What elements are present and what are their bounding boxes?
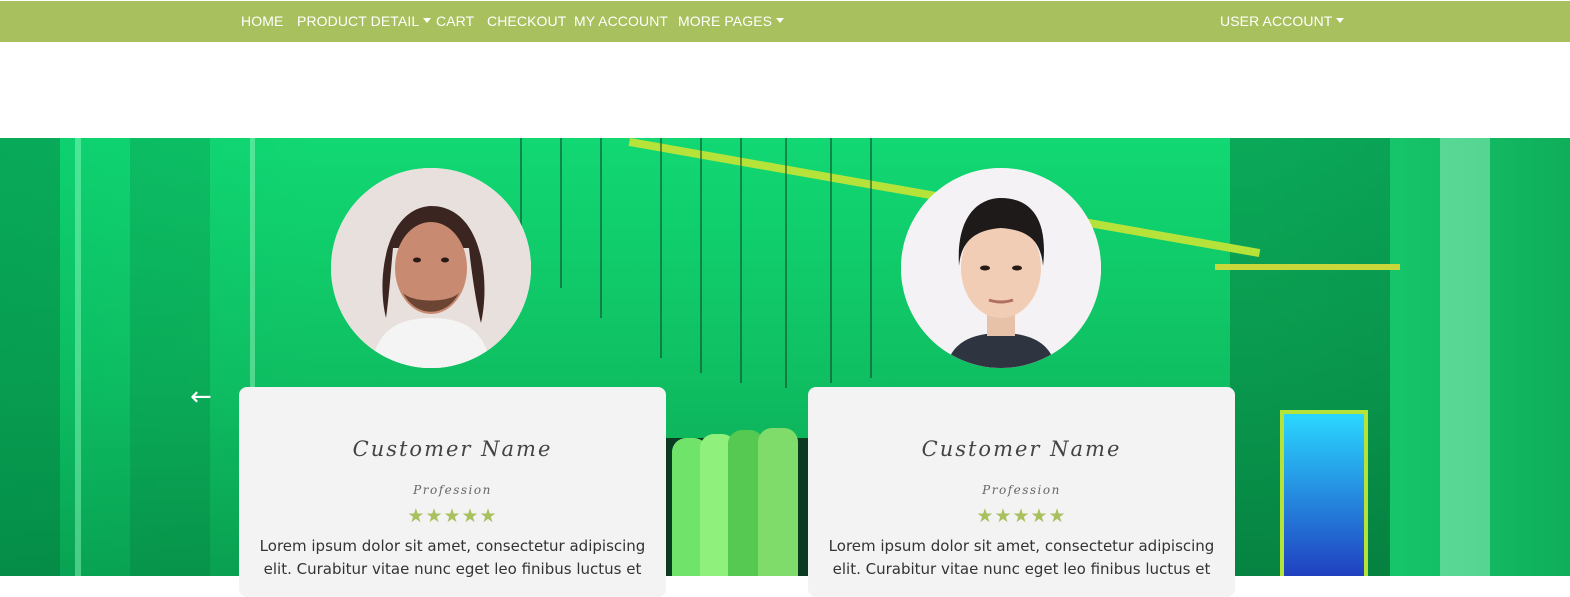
customer-avatar-2 [901,168,1101,368]
testimonial-text: Lorem ipsum dolor sit amet, consectetur … [259,537,646,578]
background-curtain [1440,138,1490,576]
arrow-left-icon[interactable]: ← [190,382,212,412]
background-curtain [130,138,210,576]
avatar-photo-1 [331,168,531,368]
background-chain [740,138,742,383]
customer-profession: Profession [413,483,492,497]
customer-name: Customer Name [921,437,1122,461]
background-garment [758,428,798,576]
customer-avatar-1 [331,168,531,368]
testimonial-card: Customer Name Profession ★★★★★ Lorem ips… [808,387,1235,597]
nav-checkout[interactable]: CHECKOUT [487,13,566,29]
top-navbar: HOME PRODUCT DETAIL CART CHECKOUT MY ACC… [0,0,1570,42]
background-chain [600,138,602,318]
star-icon: ★★★★★ [976,506,1067,527]
background-chain [830,138,832,383]
customer-name: Customer Name [352,437,553,461]
caret-down-icon [423,18,432,23]
nav-home[interactable]: HOME [241,13,283,29]
testimonial-card: Customer Name Profession ★★★★★ Lorem ips… [239,387,666,597]
nav-user-account-label: USER ACCOUNT [1220,13,1333,29]
nav-cart[interactable]: CART [436,13,474,29]
caret-down-icon [776,18,785,23]
background-chain [660,138,662,358]
nav-user-account[interactable]: USER ACCOUNT [1220,13,1345,29]
background-chain [870,138,872,378]
background-curtain [75,138,81,576]
testimonial-section [0,138,1570,576]
background-mirror [1280,410,1368,576]
background-chain [560,138,562,288]
background-chain [785,138,787,388]
nav-more-pages[interactable]: MORE PAGES [678,13,785,29]
background-rail [1215,264,1400,270]
nav-product-detail[interactable]: PRODUCT DETAIL [297,13,432,29]
star-icon: ★★★★★ [407,506,498,527]
caret-down-icon [1336,18,1345,23]
avatar-photo-2 [901,168,1101,368]
nav-my-account[interactable]: MY ACCOUNT [574,13,668,29]
nav-more-pages-label: MORE PAGES [678,13,773,29]
testimonial-text: Lorem ipsum dolor sit amet, consectetur … [828,537,1215,578]
nav-product-detail-label: PRODUCT DETAIL [297,13,420,29]
customer-profession: Profession [982,483,1061,497]
background-curtain [0,138,60,576]
background-chain [700,138,702,373]
